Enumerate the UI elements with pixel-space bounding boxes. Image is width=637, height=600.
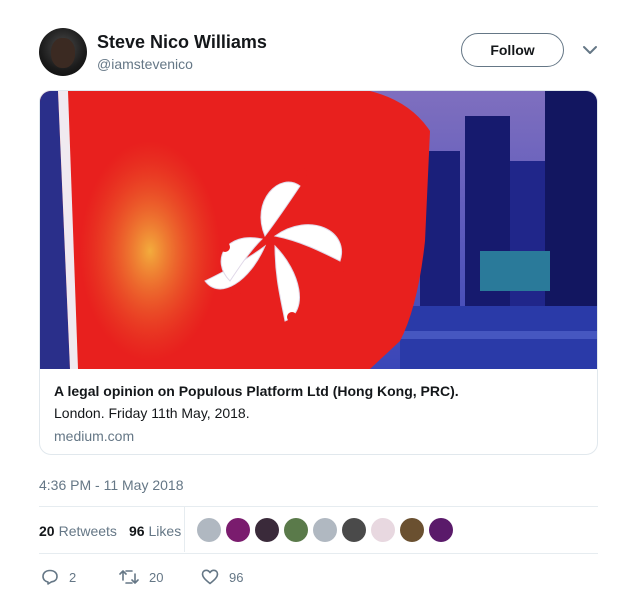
retweets-label: Retweets (58, 523, 117, 539)
liker-avatar[interactable] (313, 518, 337, 542)
likes-stat[interactable]: 96 Likes (129, 523, 181, 539)
like-action[interactable]: 96 (201, 568, 243, 586)
follow-button[interactable]: Follow (461, 33, 564, 67)
divider (39, 506, 598, 507)
likes-count: 96 (128, 523, 145, 539)
link-card[interactable]: A legal opinion on Populous Platform Ltd… (39, 90, 598, 455)
card-domain: medium.com (54, 428, 135, 444)
reply-count: 2 (69, 569, 77, 585)
reply-icon (42, 569, 58, 585)
tweet-timestamp[interactable]: 4:36 PM - 11 May 2018 (39, 477, 183, 493)
author-handle[interactable]: @iamstevenico (97, 56, 193, 72)
retweet-count: 20 (149, 569, 164, 585)
liker-avatar[interactable] (197, 518, 221, 542)
author-name[interactable]: Steve Nico Williams (97, 32, 267, 53)
liker-avatar[interactable] (342, 518, 366, 542)
retweet-icon (119, 570, 139, 584)
retweets-stat[interactable]: 20 Retweets (39, 523, 117, 539)
tweet-stats: 20 Retweets 96 Likes (39, 523, 181, 539)
card-title[interactable]: A legal opinion on Populous Platform Ltd… (54, 383, 459, 399)
reply-action[interactable]: 2 (41, 568, 76, 586)
likes-label: Likes (148, 523, 182, 539)
like-count: 96 (229, 569, 244, 585)
liker-avatar[interactable] (284, 518, 308, 542)
liker-avatar[interactable] (429, 518, 453, 542)
divider (39, 553, 598, 554)
liker-avatar[interactable] (400, 518, 424, 542)
card-description: London. Friday 11th May, 2018. (54, 405, 250, 421)
author-avatar[interactable] (39, 28, 87, 76)
liker-avatar[interactable] (226, 518, 250, 542)
liker-avatar[interactable] (255, 518, 279, 542)
retweet-action[interactable]: 20 (119, 568, 163, 586)
heart-icon (201, 569, 219, 585)
likers-avatars (197, 518, 458, 542)
card-image (40, 91, 597, 369)
chevron-down-icon[interactable] (580, 42, 600, 58)
liker-avatar[interactable] (371, 518, 395, 542)
retweets-count: 20 (39, 523, 55, 539)
stats-divider (184, 506, 185, 552)
